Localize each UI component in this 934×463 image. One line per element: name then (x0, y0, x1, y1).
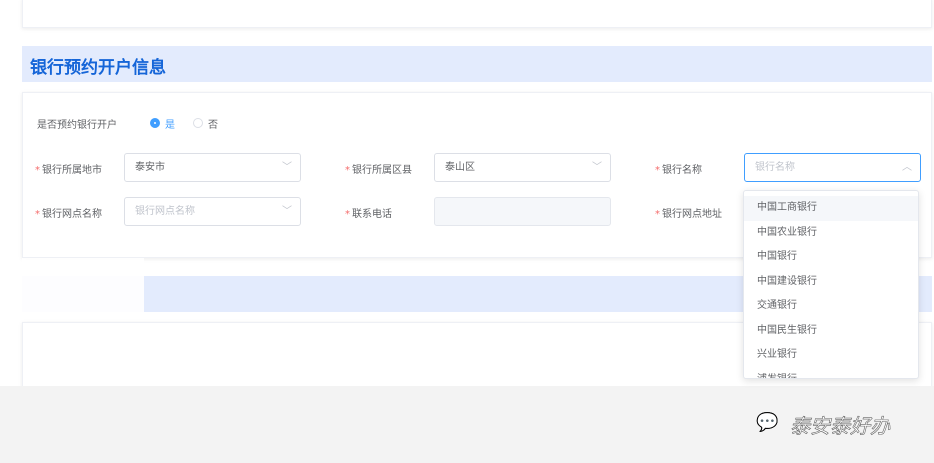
dropdown-option[interactable]: 中国农业银行 (744, 221, 918, 246)
dropdown-option[interactable]: 中国工商银行 (744, 196, 918, 221)
radio-no[interactable] (193, 118, 203, 128)
chevron-down-icon: ﹀ (592, 162, 602, 173)
dropdown-option[interactable]: 中国民生银行 (744, 319, 918, 344)
district-label: * 银行所属区县 (345, 165, 412, 176)
bank-name-label: * 银行名称 (655, 165, 702, 176)
phone-label: * 联系电话 (345, 209, 392, 220)
dropdown-option[interactable]: 中国银行 (744, 245, 918, 270)
chevron-down-icon: ﹀ (282, 206, 292, 217)
smudge (22, 258, 144, 324)
section-header: 银行预约开户信息 (22, 46, 932, 82)
district-select[interactable]: 泰山区 ﹀ (434, 153, 611, 182)
address-label: * 银行网点地址 (655, 209, 722, 220)
wechat-icon: 💬 (756, 412, 779, 434)
city-label: * 银行所属地市 (35, 165, 102, 176)
bank-dropdown: 中国工商银行 中国农业银行 中国银行 中国建设银行 交通银行 中国民生银行 兴业… (743, 190, 919, 379)
dropdown-option[interactable]: 兴业银行 (744, 343, 918, 368)
section-title: 银行预约开户信息 (30, 58, 166, 78)
chevron-up-icon: ︿ (902, 162, 912, 173)
radio-no-label[interactable]: 否 (208, 116, 218, 131)
dropdown-option[interactable]: 中国建设银行 (744, 270, 918, 295)
chevron-down-icon: ﹀ (282, 162, 292, 173)
city-select[interactable]: 泰安市 ﹀ (124, 153, 301, 182)
bank-name-select[interactable]: 银行名称 ︿ (744, 153, 921, 182)
footer-area: 💬 泰安泰好办 (0, 386, 934, 463)
reserve-label: 是否预约银行开户 (37, 120, 117, 131)
radio-yes-label[interactable]: 是 (165, 116, 175, 131)
dropdown-option[interactable]: 浦发银行 (744, 368, 918, 379)
watermark: 泰安泰好办 (790, 414, 891, 439)
branch-label: * 银行网点名称 (35, 209, 102, 220)
dropdown-option[interactable]: 交通银行 (744, 294, 918, 319)
radio-yes[interactable] (150, 118, 160, 128)
top-card (22, 0, 932, 28)
phone-input[interactable] (434, 197, 611, 226)
branch-select[interactable]: 银行网点名称 ﹀ (124, 197, 301, 226)
